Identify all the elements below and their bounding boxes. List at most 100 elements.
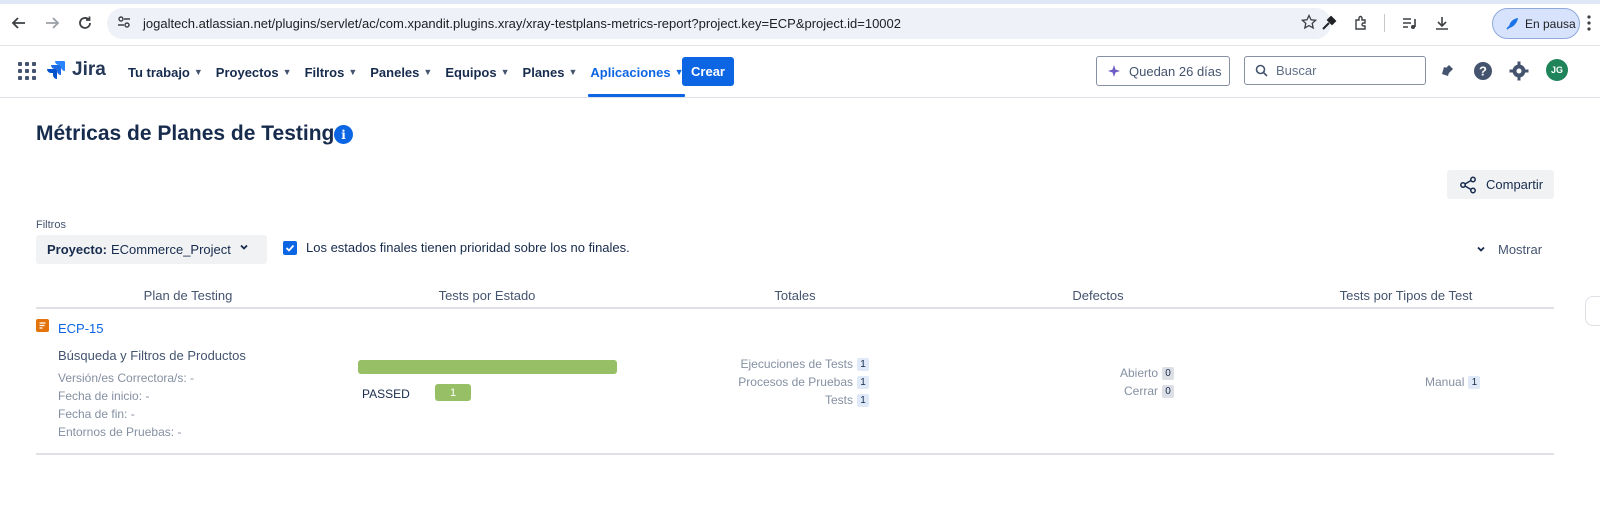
total-label: Tests [824, 393, 853, 407]
defect-label: Cerrar [1123, 384, 1158, 398]
begin-date-field: Fecha de inicio: - [58, 389, 150, 403]
project-filter-label: Proyecto: [47, 242, 107, 257]
main-nav: Tu trabajo ▼ Proyectos ▼ Filtros ▼ Paneles ▼… [124, 46, 693, 98]
column-header-defects: Defectos [1072, 288, 1124, 303]
defect-badge: 0 [1162, 366, 1174, 380]
site-info-icon[interactable] [117, 15, 137, 32]
page-title: Métricas de Planes de Testing [36, 122, 335, 145]
search-input[interactable]: Buscar [1244, 56, 1426, 85]
nav-apps[interactable]: Aplicaciones ▼ [586, 46, 692, 98]
chevron-down-icon: ▼ [568, 67, 578, 77]
show-toggle[interactable]: Mostrar [1476, 242, 1542, 257]
test-type-label: Manual [1425, 375, 1465, 389]
address-bar[interactable]: jogaltech.atlassian.net/plugins/servlet/… [107, 8, 1331, 39]
chevron-down-icon: ▼ [348, 67, 358, 77]
test-plan-key-link[interactable]: ECP-15 [58, 321, 104, 336]
extensions-icon[interactable] [1350, 12, 1372, 34]
test-plan-summary: Búsqueda y Filtros de Productos [58, 348, 246, 363]
nav-filters[interactable]: Filtros ▼ [301, 46, 367, 98]
download-icon[interactable] [1431, 12, 1453, 34]
nav-label: Aplicaciones [590, 64, 671, 80]
back-arrow-icon[interactable] [8, 12, 30, 34]
table-header: Plan de Testing Tests por Estado Totales… [36, 287, 1554, 309]
total-test-plans[interactable]: Procesos de Pruebas 1 [738, 375, 869, 389]
star-icon[interactable] [1300, 13, 1318, 35]
show-label: Mostrar [1498, 242, 1543, 257]
status-count-passed[interactable]: 1 [435, 384, 471, 401]
total-badge: 1 [857, 375, 869, 389]
total-label: Procesos de Pruebas [738, 375, 853, 389]
defects-closed[interactable]: Cerrar 0 [1124, 384, 1174, 398]
notifications-icon[interactable] [1435, 59, 1459, 83]
app-switcher-icon[interactable] [18, 62, 36, 80]
column-header-tests-by-status: Tests por Estado [438, 288, 536, 303]
chevron-down-icon: ▼ [193, 67, 203, 77]
menu-icon[interactable] [1587, 14, 1591, 32]
status-label-passed: PASSED [362, 387, 410, 401]
final-states-label: Los estados finales tienen prioridad sob… [306, 240, 630, 255]
nav-projects[interactable]: Proyectos ▼ [212, 46, 301, 98]
filters-label: Filtros [36, 219, 66, 231]
defect-label: Abierto [1119, 366, 1158, 380]
column-header-tests-by-type: Tests por Tipos de Test [1339, 288, 1473, 303]
chevron-down-icon [1476, 244, 1486, 256]
settings-icon[interactable] [1507, 59, 1531, 83]
chevron-down-icon: ▼ [500, 67, 510, 77]
final-states-checkbox[interactable] [283, 240, 297, 255]
create-button[interactable]: Crear [682, 57, 734, 86]
column-header-totals: Totales [774, 288, 816, 303]
url-text: jogaltech.atlassian.net/plugins/servlet/… [143, 16, 901, 31]
sync-paused-button[interactable]: En pausa [1492, 8, 1580, 39]
side-panel-handle[interactable] [1585, 296, 1600, 326]
total-label: Ejecuciones de Tests [740, 357, 853, 371]
test-type-manual[interactable]: Manual 1 [1425, 375, 1481, 389]
nav-label: Proyectos [215, 64, 279, 80]
nav-label: Tu trabajo [128, 64, 190, 80]
chevron-down-icon: ▼ [282, 67, 292, 77]
total-badge: 1 [857, 393, 869, 407]
final-states-priority-option[interactable]: Los estados finales tienen prioridad sob… [283, 240, 630, 255]
fix-versions-field: Versión/es Correctora/s: - [58, 371, 195, 385]
info-icon[interactable]: i [334, 125, 353, 144]
forward-arrow-icon[interactable] [41, 12, 63, 34]
browser-toolbar: jogaltech.atlassian.net/plugins/servlet/… [0, 0, 1600, 46]
nav-label: Planes [522, 64, 565, 80]
nav-teams[interactable]: Equipos ▼ [441, 46, 518, 98]
test-plan-issue-icon [36, 319, 49, 332]
jira-wordmark: Jira [72, 59, 106, 80]
test-type-badge: 1 [1468, 375, 1481, 389]
eyedropper-icon[interactable] [1318, 12, 1340, 34]
table-bottom-divider [36, 453, 1554, 455]
project-filter-value: ECommerce_Project [110, 242, 231, 257]
nav-plans[interactable]: Planes ▼ [519, 46, 587, 98]
project-filter-select[interactable]: Proyecto: ECommerce_Project [36, 235, 267, 264]
nav-your-work[interactable]: Tu trabajo ▼ [124, 46, 212, 98]
tab-strip [0, 0, 1600, 4]
test-environments-field: Entornos de Pruebas: - [58, 425, 182, 439]
total-test-executions[interactable]: Ejecuciones de Tests 1 [740, 357, 869, 371]
jira-top-nav: Jira Tu trabajo ▼ Proyectos ▼ Filtros ▼ Pan… [0, 46, 1600, 98]
status-progress-bar[interactable] [358, 360, 617, 374]
reload-icon[interactable] [74, 12, 96, 34]
nav-label: Paneles [370, 64, 420, 80]
pause-label: En pausa [1525, 16, 1576, 31]
trial-days-button[interactable]: Quedan 26 días [1096, 56, 1230, 86]
total-tests[interactable]: Tests 1 [825, 393, 869, 407]
svg-text:?: ? [1479, 64, 1487, 79]
jira-logo[interactable]: Jira [46, 59, 106, 81]
search-placeholder: Buscar [1276, 63, 1317, 78]
defects-open[interactable]: Abierto 0 [1120, 366, 1174, 380]
defect-badge: 0 [1162, 384, 1174, 398]
profile-feather-icon [1506, 17, 1519, 30]
chevron-down-icon: ▼ [423, 67, 433, 77]
trial-label: Quedan 26 días [1129, 63, 1222, 79]
share-label: Compartir [1486, 177, 1544, 192]
help-icon[interactable]: ? [1471, 59, 1495, 83]
nav-label: Filtros [304, 64, 345, 80]
share-button[interactable]: Compartir [1447, 170, 1554, 199]
avatar[interactable]: JG [1546, 59, 1568, 81]
nav-label: Equipos [445, 64, 497, 80]
nav-dashboards[interactable]: Paneles ▼ [366, 46, 441, 98]
media-control-icon[interactable] [1398, 12, 1420, 34]
sparkle-icon [1108, 65, 1120, 77]
